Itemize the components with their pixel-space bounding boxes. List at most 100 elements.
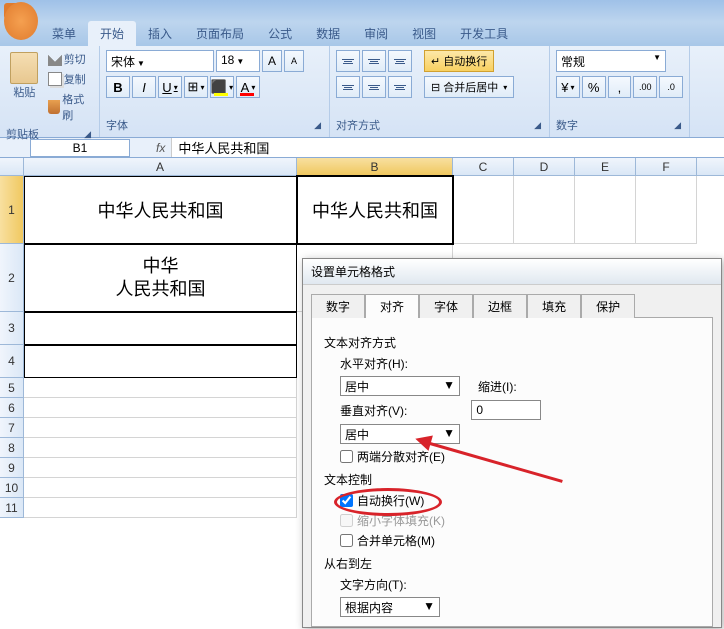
- shrink-font-button[interactable]: A: [284, 50, 304, 72]
- cell-A4[interactable]: [24, 345, 297, 378]
- cell-A8[interactable]: [24, 438, 297, 458]
- align-middle-button[interactable]: [362, 50, 386, 72]
- indent-spinner[interactable]: [471, 400, 541, 420]
- cell-A3[interactable]: [24, 312, 297, 345]
- tab-insert[interactable]: 插入: [136, 21, 184, 46]
- dialog-tab-align[interactable]: 对齐: [365, 294, 419, 318]
- tab-review[interactable]: 审阅: [352, 21, 400, 46]
- paste-label: 粘贴: [13, 84, 35, 100]
- clipboard-group: 粘贴 剪切 复制 格式刷 剪贴板◢: [0, 46, 100, 137]
- column-headers: A B C D E F: [0, 158, 724, 176]
- cell-D1[interactable]: [514, 176, 575, 244]
- main-menu-button[interactable]: [4, 2, 38, 40]
- cut-button[interactable]: 剪切: [47, 50, 93, 68]
- tab-dev[interactable]: 开发工具: [448, 21, 520, 46]
- brush-button[interactable]: 格式刷: [47, 90, 93, 124]
- fx-icon[interactable]: fx: [156, 141, 165, 155]
- tab-layout[interactable]: 页面布局: [184, 21, 256, 46]
- paste-button[interactable]: 粘贴: [6, 50, 43, 102]
- cell-A1[interactable]: 中华人民共和国: [24, 176, 297, 244]
- formula-input[interactable]: 中华人民共和国: [171, 138, 724, 157]
- cell-A7[interactable]: [24, 418, 297, 438]
- cell-B1[interactable]: 中华人民共和国: [297, 176, 453, 244]
- tab-data[interactable]: 数据: [304, 21, 352, 46]
- align-center-button[interactable]: [362, 76, 386, 98]
- justify-checkbox[interactable]: 两端分散对齐(E): [340, 448, 700, 465]
- align-top-button[interactable]: [336, 50, 360, 72]
- col-header-B[interactable]: B: [297, 158, 453, 175]
- row-header-9[interactable]: 9: [0, 458, 24, 478]
- dialog-tab-number[interactable]: 数字: [311, 294, 365, 318]
- cell-A5[interactable]: [24, 378, 297, 398]
- col-header-A[interactable]: A: [24, 158, 297, 175]
- row-header-7[interactable]: 7: [0, 418, 24, 438]
- cell-A10[interactable]: [24, 478, 297, 498]
- font-name-select[interactable]: 宋体▼: [106, 50, 214, 72]
- number-format-select[interactable]: 常规▼: [556, 50, 666, 72]
- halign-select[interactable]: 居中▼: [340, 376, 460, 396]
- row-header-8[interactable]: 8: [0, 438, 24, 458]
- row-header-10[interactable]: 10: [0, 478, 24, 498]
- row-header-1[interactable]: 1: [0, 176, 24, 244]
- merge-center-button[interactable]: ⊟合并后居中▾: [424, 76, 514, 98]
- merge-label: 合并后居中: [443, 79, 498, 95]
- row-header-4[interactable]: 4: [0, 345, 24, 378]
- valign-select[interactable]: 居中▼: [340, 424, 460, 444]
- grow-font-button[interactable]: A: [262, 50, 282, 72]
- italic-button[interactable]: I: [132, 76, 156, 98]
- format-cells-dialog: 设置单元格格式 数字 对齐 字体 边框 填充 保护 文本对齐方式 水平对齐(H)…: [302, 258, 722, 628]
- comma-button[interactable]: ,: [608, 76, 632, 98]
- align-right-button[interactable]: [388, 76, 412, 98]
- dialog-tab-font[interactable]: 字体: [419, 294, 473, 318]
- copy-icon: [48, 72, 62, 86]
- border-button[interactable]: ⊞▾: [184, 76, 208, 98]
- font-launcher[interactable]: ◢: [314, 120, 323, 131]
- underline-button[interactable]: U▾: [158, 76, 182, 98]
- cell-A9[interactable]: [24, 458, 297, 478]
- cell-A6[interactable]: [24, 398, 297, 418]
- wrap-text-button[interactable]: ↵自动换行: [424, 50, 494, 72]
- wrap-checkbox[interactable]: 自动换行(W): [340, 492, 700, 509]
- dialog-tab-border[interactable]: 边框: [473, 294, 527, 318]
- name-box[interactable]: B1: [30, 139, 130, 157]
- fill-color-button[interactable]: ⬛▾: [210, 76, 234, 98]
- font-size-select[interactable]: 18▼: [216, 50, 260, 72]
- col-header-F[interactable]: F: [636, 158, 697, 175]
- increase-decimal-button[interactable]: .00: [633, 76, 657, 98]
- bold-button[interactable]: B: [106, 76, 130, 98]
- tab-view[interactable]: 视图: [400, 21, 448, 46]
- halign-label: 水平对齐(H):: [340, 355, 408, 372]
- align-left-button[interactable]: [336, 76, 360, 98]
- cell-F1[interactable]: [636, 176, 697, 244]
- percent-button[interactable]: %: [582, 76, 606, 98]
- dialog-tab-fill[interactable]: 填充: [527, 294, 581, 318]
- row-header-3[interactable]: 3: [0, 312, 24, 345]
- tab-formula[interactable]: 公式: [256, 21, 304, 46]
- row-header-2[interactable]: 2: [0, 244, 24, 312]
- shrink-checkbox: 缩小字体填充(K): [340, 512, 700, 529]
- merge-checkbox[interactable]: 合并单元格(M): [340, 532, 700, 549]
- direction-select[interactable]: 根据内容▼: [340, 597, 440, 617]
- cell-A11[interactable]: [24, 498, 297, 518]
- tab-home[interactable]: 开始: [88, 21, 136, 46]
- tab-menu[interactable]: 菜单: [40, 21, 88, 46]
- cell-A2[interactable]: 中华人民共和国: [24, 244, 297, 312]
- decrease-decimal-button[interactable]: .0: [659, 76, 683, 98]
- cell-C1[interactable]: [453, 176, 514, 244]
- align-launcher[interactable]: ◢: [534, 120, 543, 131]
- brush-icon: [48, 100, 61, 114]
- row-header-5[interactable]: 5: [0, 378, 24, 398]
- row-header-6[interactable]: 6: [0, 398, 24, 418]
- cell-E1[interactable]: [575, 176, 636, 244]
- copy-button[interactable]: 复制: [47, 70, 93, 88]
- font-color-button[interactable]: A▾: [236, 76, 260, 98]
- col-header-E[interactable]: E: [575, 158, 636, 175]
- currency-button[interactable]: ¥▾: [556, 76, 580, 98]
- row-header-11[interactable]: 11: [0, 498, 24, 518]
- number-launcher[interactable]: ◢: [674, 120, 683, 131]
- col-header-C[interactable]: C: [453, 158, 514, 175]
- col-header-D[interactable]: D: [514, 158, 575, 175]
- align-bottom-button[interactable]: [388, 50, 412, 72]
- dialog-tab-protect[interactable]: 保护: [581, 294, 635, 318]
- select-all-corner[interactable]: [0, 158, 24, 175]
